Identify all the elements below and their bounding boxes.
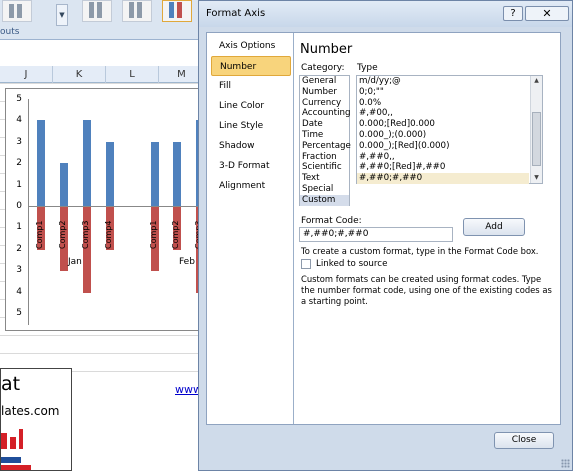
y-tick-label: 3 xyxy=(16,136,22,147)
chart-style-thumbnail[interactable] xyxy=(2,0,32,22)
bar-positive[interactable] xyxy=(173,141,181,206)
y-axis-line xyxy=(28,99,29,325)
type-item[interactable]: 0.000;[Red]0.000 xyxy=(357,119,529,130)
nav-item-3d-format[interactable]: 3-D Format xyxy=(211,156,291,176)
format-axis-dialog: Format Axis ? ✕ Axis Options Number Fill… xyxy=(198,0,573,471)
type-list-scrollbar[interactable]: ▲ ▼ xyxy=(530,76,542,183)
category-label: Comp2 xyxy=(171,220,180,249)
type-item[interactable]: m/d/yy;@ xyxy=(357,76,529,87)
month-label-feb: Feb xyxy=(179,257,195,267)
category-item-general[interactable]: General xyxy=(300,76,349,87)
category-item-currency[interactable]: Currency xyxy=(300,98,349,109)
type-item-selected[interactable]: #,##0;#,##0 xyxy=(357,173,529,184)
nav-item-line-style[interactable]: Line Style xyxy=(211,116,291,136)
bar-positive[interactable] xyxy=(83,120,91,206)
nav-item-line-color[interactable]: Line Color xyxy=(211,96,291,116)
type-item[interactable]: 0;0;"" xyxy=(357,87,529,98)
add-button[interactable]: Add xyxy=(463,218,525,236)
y-tick-label: 2 xyxy=(16,243,22,254)
format-code-input[interactable]: #,##0;#,##0 xyxy=(299,227,453,242)
chart[interactable]: 5 4 3 2 1 0 1 2 3 4 5 Comp1 Comp2 Comp3 Comp4 Comp1 Com… xyxy=(5,88,206,331)
column-header-k[interactable]: K xyxy=(53,66,106,83)
logo-text-line2: lates.com xyxy=(1,404,60,418)
chart-style-thumbnail[interactable] xyxy=(122,0,152,22)
column-header-l[interactable]: L xyxy=(106,66,159,83)
bar-positive[interactable] xyxy=(37,120,45,206)
category-label: Comp4 xyxy=(104,220,113,249)
category-item-time[interactable]: Time xyxy=(300,130,349,141)
number-pane: Number Category: Type General Number Cur… xyxy=(293,33,560,424)
type-item[interactable]: #,#00,, xyxy=(357,108,529,119)
category-label: Comp3 xyxy=(81,220,90,249)
dialog-nav: Axis Options Number Fill Line Color Line… xyxy=(211,36,291,196)
y-tick-label: 1 xyxy=(16,222,22,233)
type-item[interactable]: 0.000_);(0.000) xyxy=(357,130,529,141)
y-tick-label: 4 xyxy=(16,115,22,126)
chart-style-thumbnail[interactable] xyxy=(82,0,112,22)
category-item-accounting[interactable]: Accounting xyxy=(300,108,351,119)
dialog-titlebar[interactable]: Format Axis ? ✕ xyxy=(199,1,572,27)
y-tick-label: 4 xyxy=(16,286,22,297)
category-item-number[interactable]: Number xyxy=(300,87,349,98)
close-icon[interactable]: ✕ xyxy=(525,6,569,21)
nav-item-fill[interactable]: Fill xyxy=(211,76,291,96)
y-tick-label: 5 xyxy=(16,308,22,318)
category-list[interactable]: General Number Currency Accounting Date … xyxy=(299,75,351,206)
pane-title: Number xyxy=(300,42,353,57)
type-item[interactable]: 0.0% xyxy=(357,98,529,109)
category-item-percentage[interactable]: Percentage xyxy=(300,141,351,152)
nav-item-alignment[interactable]: Alignment xyxy=(211,176,291,196)
excel-logo-graphic xyxy=(1,429,31,470)
logo-box: at lates.com xyxy=(0,368,72,471)
y-tick-label: 5 xyxy=(16,94,22,104)
ribbon-group-label: outs xyxy=(0,27,20,37)
y-tick-label: 2 xyxy=(16,158,22,169)
scroll-thumb[interactable] xyxy=(532,112,541,166)
category-label: Category: xyxy=(301,63,345,73)
y-tick-label: 1 xyxy=(16,179,22,190)
question-icon[interactable]: ? xyxy=(503,6,523,21)
column-header-j[interactable]: J xyxy=(0,66,53,83)
close-button[interactable]: Close xyxy=(494,432,554,449)
y-tick-label: 3 xyxy=(16,265,22,276)
scroll-down-icon[interactable]: ▼ xyxy=(531,173,542,183)
linked-to-source-checkbox[interactable] xyxy=(301,259,311,269)
bar-positive[interactable] xyxy=(60,163,68,206)
type-list[interactable]: m/d/yy;@ 0;0;"" 0.0% #,#00,, 0.000;[Red]… xyxy=(356,75,543,184)
category-item-special[interactable]: Special xyxy=(300,184,349,195)
type-item[interactable]: #,##0;[Red]#,##0 xyxy=(357,162,529,173)
nav-item-number[interactable]: Number xyxy=(211,56,291,76)
category-label: Comp2 xyxy=(58,220,67,249)
category-label: Comp1 xyxy=(149,220,158,249)
y-tick-label: 0 xyxy=(16,201,22,211)
nav-item-shadow[interactable]: Shadow xyxy=(211,136,291,156)
month-label-jan: Jan xyxy=(68,257,82,267)
category-item-scientific[interactable]: Scientific xyxy=(300,162,349,173)
chevron-down-icon[interactable]: ▼ xyxy=(56,4,68,26)
type-label: Type xyxy=(357,63,378,73)
category-item-fraction[interactable]: Fraction xyxy=(300,152,349,163)
column-headers: J K L M xyxy=(0,66,205,83)
category-label: Comp1 xyxy=(35,220,44,249)
category-item-text[interactable]: Text xyxy=(300,173,349,184)
dialog-title: Format Axis xyxy=(206,8,266,19)
scroll-up-icon[interactable]: ▲ xyxy=(531,76,542,86)
bar-positive[interactable] xyxy=(151,141,159,206)
bar-positive[interactable] xyxy=(106,141,114,206)
category-item-date[interactable]: Date xyxy=(300,119,349,130)
logo-text-line1: at xyxy=(1,373,21,395)
format-code-help-text: To create a custom format, type in the F… xyxy=(301,246,539,256)
format-code-label: Format Code: xyxy=(301,216,362,226)
resize-grip[interactable] xyxy=(561,459,570,468)
custom-format-description: Custom formats can be created using form… xyxy=(301,274,552,306)
nav-item-axis-options[interactable]: Axis Options xyxy=(211,36,291,56)
chart-style-thumbnail[interactable] xyxy=(162,0,192,22)
category-item-custom[interactable]: Custom xyxy=(300,194,349,206)
dialog-body: Axis Options Number Fill Line Color Line… xyxy=(206,32,561,425)
linked-to-source-label[interactable]: Linked to source xyxy=(316,259,387,270)
type-item[interactable]: #,##0,, xyxy=(357,152,529,163)
type-item[interactable]: 0.000_);[Red](0.000) xyxy=(357,141,529,152)
